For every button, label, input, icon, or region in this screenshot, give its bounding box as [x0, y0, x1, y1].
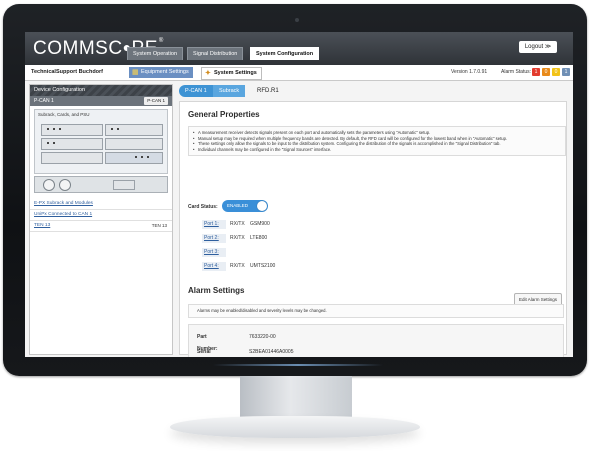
- link-epx-subrack[interactable]: E-PX Subrack and Modules: [30, 199, 172, 210]
- link-unipx-connected[interactable]: UniPx Connected to CAN 1: [30, 210, 172, 221]
- rack-led: [59, 128, 61, 130]
- equipment-icon: ▦: [132, 69, 139, 76]
- monitor-stand-base: [170, 416, 420, 438]
- part-number-value: 7633220-00: [249, 334, 276, 340]
- port-direction: RX/TX: [230, 221, 245, 227]
- ten13-tail-label: TEN 13: [151, 223, 167, 228]
- alarm-indicator-info[interactable]: 1: [562, 68, 570, 76]
- serial-number-value: S2BEA01446A0005: [249, 349, 294, 355]
- device-configuration-panel: Device Configuration P-CAN 1 P-CAN 1 Sub…: [29, 84, 173, 355]
- tab-signal-distribution[interactable]: Signal Distribution: [187, 47, 244, 60]
- panel-title: Device Configuration: [30, 85, 172, 96]
- rack-led: [47, 142, 49, 144]
- rack-led: [53, 128, 55, 130]
- general-properties-title: General Properties: [188, 110, 260, 119]
- tab-system-settings[interactable]: ✦ System Settings: [201, 67, 262, 80]
- wrench-icon: ✦: [205, 70, 211, 77]
- port-band: UMTS2100: [250, 263, 276, 269]
- device-row-label: P-CAN 1: [34, 98, 54, 104]
- version-label: Version 1.7.0.91: [451, 69, 488, 75]
- tab-system-operation[interactable]: System Operation: [127, 47, 184, 60]
- port-band: GSM900: [250, 221, 270, 227]
- device-row[interactable]: P-CAN 1 P-CAN 1: [30, 96, 172, 106]
- breadcrumb-current: RFD.R1: [257, 88, 279, 94]
- equipment-tab-label: Equipment Settings: [141, 69, 189, 75]
- port-2-link[interactable]: Port 2:: [202, 234, 226, 243]
- card-status-toggle[interactable]: ENABLED: [222, 200, 268, 212]
- alarm-indicator-major[interactable]: 0: [542, 68, 550, 76]
- alarm-note: Alarms may be enabled/disabled and sever…: [188, 304, 564, 318]
- port-direction: RX/TX: [230, 235, 245, 241]
- screen: COMMSC●PE® System Operation Signal Distr…: [25, 32, 573, 357]
- sub-header: TechnicalSupport Buchdorf ▦ Equipment Se…: [25, 65, 573, 81]
- bezel-accent-line: [213, 364, 383, 366]
- alarm-indicator-minor[interactable]: 0: [552, 68, 560, 76]
- breadcrumb-subrack[interactable]: Subrack: [213, 85, 246, 97]
- monitor-bezel: COMMSC●PE® System Operation Signal Distr…: [3, 4, 587, 376]
- rack-led: [135, 156, 137, 158]
- card-info-box: Part Number: 7633220-00 Serial Number: S…: [188, 324, 564, 357]
- breadcrumb-pcan[interactable]: P-CAN 1: [179, 85, 213, 97]
- user-label: TechnicalSupport Buchdorf: [31, 69, 104, 75]
- toggle-knob: [257, 201, 267, 211]
- port-3-link[interactable]: Port 3:: [202, 248, 226, 257]
- rack-led: [141, 156, 143, 158]
- rack-card-3[interactable]: [41, 138, 103, 150]
- monitor-stand-neck: [240, 376, 352, 420]
- card-status-label: Card Status:: [188, 204, 218, 210]
- camera-dot: [295, 18, 299, 22]
- toggle-text: ENABLED: [227, 203, 249, 208]
- rack-card-6[interactable]: [105, 152, 163, 164]
- alarm-settings-title: Alarm Settings: [188, 286, 245, 295]
- tab-equipment-settings[interactable]: ▦ Equipment Settings: [129, 67, 193, 78]
- rack-led: [53, 142, 55, 144]
- card-detail-panel: P-CAN 1 Subrack RFD.R1 General Propertie…: [175, 84, 569, 357]
- system-tab-label: System Settings: [214, 70, 257, 76]
- fan-icon: [59, 179, 71, 191]
- content-area: General Properties A measurement receive…: [179, 101, 567, 357]
- note-item: Individual channels may be configured in…: [193, 147, 561, 153]
- rack-card-5[interactable]: [41, 152, 103, 164]
- link-ten13[interactable]: TEN 13 TEN 13: [30, 221, 172, 232]
- port-4-link[interactable]: Port 4:: [202, 262, 226, 271]
- port-1-link[interactable]: Port 1:: [202, 220, 226, 229]
- rack-led: [147, 156, 149, 158]
- fan-icon: [43, 179, 55, 191]
- serial-number-label: Serial Number:: [197, 349, 211, 355]
- psu-graphic[interactable]: [34, 176, 168, 193]
- app-header: COMMSC●PE® System Operation Signal Distr…: [25, 32, 573, 65]
- rack-led: [111, 128, 113, 130]
- logout-button[interactable]: Logout ≫: [519, 41, 557, 53]
- alarm-indicator-critical[interactable]: 1: [532, 68, 540, 76]
- tab-system-configuration[interactable]: System Configuration: [250, 47, 320, 60]
- device-badge: P-CAN 1: [144, 97, 168, 105]
- rack-card-4[interactable]: [105, 138, 163, 150]
- rack-card-2[interactable]: [105, 124, 163, 136]
- alarm-status-label: Alarm Status:: [501, 69, 532, 75]
- general-notes: A measurement receiver detects signals p…: [188, 126, 566, 157]
- subrack-label: Subrack, Cards, and PSU: [38, 112, 90, 117]
- port-band: LTE800: [250, 235, 268, 241]
- rack-card-1[interactable]: [41, 124, 103, 136]
- psu-vent-icon: [113, 180, 135, 190]
- rack-led: [117, 128, 119, 130]
- port-direction: RX/TX: [230, 263, 245, 269]
- rack-led: [47, 128, 49, 130]
- subrack-graphic[interactable]: Subrack, Cards, and PSU: [34, 109, 168, 174]
